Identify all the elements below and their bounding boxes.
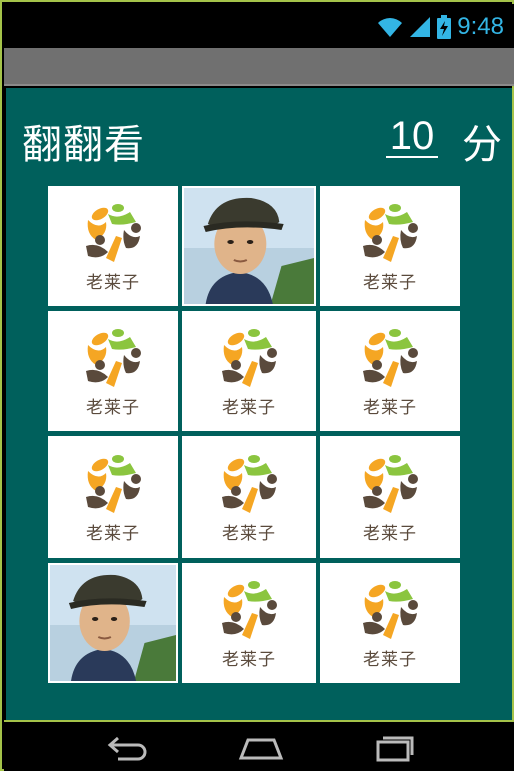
laolaizi-logo-icon [222, 580, 277, 639]
card-label: 老莱子 [222, 523, 276, 544]
status-bar: 9:48 [4, 4, 514, 48]
action-bar [4, 48, 514, 86]
home-icon[interactable] [236, 732, 286, 762]
laolaizi-logo-icon [86, 203, 141, 262]
card-label: 老莱子 [86, 272, 140, 293]
memory-card[interactable]: 老莱子 [320, 311, 460, 431]
page-title: 翻翻看 [22, 122, 145, 168]
card-label: 老莱子 [363, 397, 417, 418]
laolaizi-logo-icon [222, 328, 277, 387]
navigation-bar [4, 720, 514, 771]
battery-charging-icon [437, 15, 452, 39]
laolaizi-logo-icon [363, 328, 418, 387]
card-label: 老莱子 [363, 649, 417, 670]
memory-card[interactable]: 老莱子 [48, 186, 178, 306]
card-label: 老莱子 [222, 397, 276, 418]
laolaizi-logo-icon [363, 580, 418, 639]
memory-card[interactable]: 老莱子 [182, 311, 316, 431]
device-frame: 9:48 翻翻看 10 分 老莱子 老莱子 老莱子 老莱子 老莱子 老莱子 老莱… [0, 0, 514, 771]
memory-card[interactable]: 老莱子 [182, 563, 316, 683]
memory-card[interactable]: 老莱子 [320, 436, 460, 558]
card-label: 老莱子 [222, 649, 276, 670]
memory-card[interactable]: 老莱子 [320, 563, 460, 683]
boy-photo-icon [50, 565, 176, 681]
card-label: 老莱子 [363, 523, 417, 544]
memory-card[interactable] [182, 186, 316, 306]
boy-photo-icon [184, 188, 314, 304]
card-label: 老莱子 [86, 397, 140, 418]
memory-card[interactable] [48, 563, 178, 683]
memory-card[interactable]: 老莱子 [182, 436, 316, 558]
memory-card[interactable]: 老莱子 [48, 436, 178, 558]
card-photo [48, 563, 178, 683]
laolaizi-logo-icon [86, 328, 141, 387]
laolaizi-logo-icon [222, 454, 277, 513]
laolaizi-logo-icon [363, 454, 418, 513]
memory-card[interactable]: 老莱子 [48, 311, 178, 431]
recent-apps-icon[interactable] [370, 732, 420, 762]
card-label: 老莱子 [86, 523, 140, 544]
memory-card[interactable]: 老莱子 [320, 186, 460, 306]
score-unit: 分 [462, 122, 502, 168]
laolaizi-logo-icon [363, 203, 418, 262]
back-icon[interactable] [104, 732, 154, 762]
signal-icon [410, 17, 431, 37]
laolaizi-logo-icon [86, 454, 141, 513]
card-grid: 老莱子 老莱子 老莱子 老莱子 老莱子 老莱子 老莱子 老莱子 老莱子 老莱子 [48, 186, 460, 683]
card-label: 老莱子 [363, 272, 417, 293]
status-time: 9:48 [457, 13, 504, 40]
score-value: 10 [386, 116, 438, 158]
game-screen: 翻翻看 10 分 老莱子 老莱子 老莱子 老莱子 老莱子 老莱子 老莱子 老莱子… [6, 88, 512, 720]
card-photo [182, 186, 316, 306]
wifi-icon [378, 18, 403, 37]
